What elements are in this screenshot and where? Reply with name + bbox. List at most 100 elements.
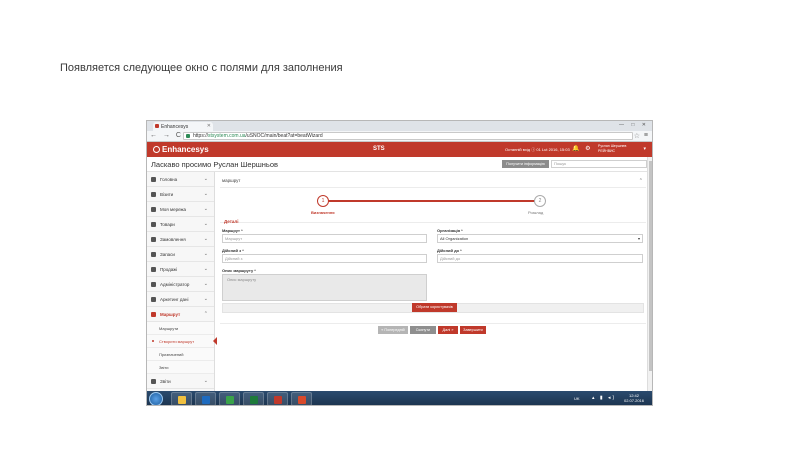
- app-header: Enhancesys STS Останній вхід ⓘ 01 Lut 20…: [147, 142, 652, 157]
- chevron-down-icon: ⌄: [203, 206, 208, 212]
- start-button[interactable]: [149, 392, 163, 405]
- grid-icon: [151, 222, 156, 227]
- taskbar-chrome[interactable]: [219, 392, 240, 405]
- greeting-text: Ласкаво просимо Руслан Шершньов: [151, 160, 278, 169]
- taskbar-powerpoint[interactable]: [291, 392, 312, 405]
- header-icons[interactable]: 🔔 ⚙: [572, 145, 593, 152]
- select-users-button[interactable]: Обрати користувачів: [412, 303, 457, 312]
- url-field[interactable]: https://stsystem.com.ua/uSNOC/main/beat?…: [183, 132, 633, 140]
- taskbar-app[interactable]: [267, 392, 288, 405]
- chevron-up-icon: ⌃: [203, 311, 208, 317]
- address-bar: ← → C ⌂ https://stsystem.com.ua/uSNOC/ma…: [147, 131, 652, 142]
- windows-taskbar: UK ▴ ▮ ◂) 12:42 02.07.2016: [147, 391, 652, 405]
- route-icon: [151, 312, 156, 317]
- scrollbar-thumb[interactable]: [649, 161, 652, 371]
- screenshot-frame: Enhancesys ✕ — □ ✕ ← → C ⌂ https://stsys…: [146, 120, 653, 406]
- sidebar-item-products[interactable]: Товари ⌄: [147, 217, 214, 232]
- sidebar: Головна ⌄ Візити ⌄ Моя мережа ⌄ Товари ⌄ Зам…: [147, 172, 217, 391]
- reset-button[interactable]: Скинути: [410, 326, 436, 334]
- route-field-label: Маршрут *: [222, 228, 243, 233]
- divider: [220, 323, 646, 324]
- taskbar-explorer[interactable]: [171, 392, 192, 405]
- page-scrollbar[interactable]: [647, 157, 652, 391]
- home-icon: [151, 177, 156, 182]
- sidebar-item-route[interactable]: Маршрут ⌃: [147, 307, 214, 322]
- sidebar-item-admin[interactable]: Адміністратор ⌄: [147, 277, 214, 292]
- lock-icon: [186, 134, 190, 138]
- sidebar-item-reports[interactable]: Звіти ⌄: [147, 374, 214, 389]
- organization-field-label: Організація *: [437, 228, 463, 233]
- sidebar-item-visits[interactable]: Візити ⌄: [147, 187, 214, 202]
- wizard-progress-bar: [320, 200, 543, 202]
- folder-icon: [178, 396, 186, 404]
- chevron-down-icon: ⌄: [203, 176, 208, 182]
- tab-title: Enhancesys: [161, 124, 189, 130]
- sidebar-subitem-routes[interactable]: Маршрути: [147, 322, 214, 335]
- chrome-icon: [226, 396, 234, 404]
- excel-icon: [250, 396, 258, 404]
- valid-to-input[interactable]: Дійсний до: [437, 254, 643, 263]
- user-name: Руслан Шершнев: [598, 144, 627, 148]
- logo-text: Enhancesys: [162, 145, 209, 154]
- browser-tab[interactable]: Enhancesys ✕: [153, 122, 213, 131]
- taskbar-excel[interactable]: [243, 392, 264, 405]
- app-title: STS: [373, 146, 385, 152]
- ie-icon: [202, 396, 210, 404]
- fieldset-label: Деталі: [224, 219, 239, 224]
- search-input[interactable]: Пошук: [551, 160, 647, 168]
- next-button[interactable]: Далі »: [438, 326, 458, 334]
- tab-close-icon[interactable]: ✕: [207, 123, 211, 129]
- tray-clock[interactable]: 12:42 02.07.2016: [620, 393, 648, 403]
- chevron-down-icon: ⌄: [203, 266, 208, 272]
- last-login-info: Останній вхід ⓘ 01 Lut 2016, 15:03: [505, 147, 570, 152]
- user-dropdown-icon[interactable]: ▾: [643, 146, 646, 152]
- sidebar-item-home[interactable]: Головна ⌄: [147, 172, 214, 187]
- keyboard-language[interactable]: UK: [574, 396, 580, 401]
- car-icon: [151, 192, 156, 197]
- sidebar-subitem-create-route[interactable]: Створити маршрут: [147, 335, 217, 348]
- favicon-icon: [155, 124, 159, 128]
- greeting-bar: Ласкаво просимо Руслан Шершньов Получити…: [147, 157, 652, 172]
- wizard-step-2-label: Розклад: [528, 210, 544, 215]
- panel-title: маршрут: [222, 178, 241, 183]
- user-menu[interactable]: Руслан Шершнев РЕЙНВИС: [598, 144, 626, 153]
- sidebar-item-marketing[interactable]: Аркетинг дані ⌄: [147, 292, 214, 307]
- chevron-down-icon: ⌄: [203, 191, 208, 197]
- sidebar-item-network[interactable]: Моя мережа ⌄: [147, 202, 214, 217]
- url-path: /uSNOC/main/beat?at=beatWizard: [245, 133, 323, 139]
- bookmark-star-icon[interactable]: ☆: [634, 132, 640, 140]
- current-dot-icon: [152, 340, 154, 342]
- collapse-icon[interactable]: ⌃: [639, 178, 643, 184]
- tray-icons[interactable]: ▴ ▮ ◂): [592, 395, 616, 401]
- route-input[interactable]: Маршрут: [222, 234, 427, 243]
- wizard-step-2[interactable]: 2: [534, 195, 546, 207]
- users-icon: [151, 207, 156, 212]
- chevron-down-icon: ⌄: [203, 281, 208, 287]
- browser-menu-icon[interactable]: ≡: [644, 132, 648, 139]
- previous-button[interactable]: « Попередній: [378, 326, 408, 334]
- select-arrow-icon: ▾: [637, 236, 640, 241]
- chevron-down-icon: ⌄: [203, 236, 208, 242]
- sidebar-subitem-assigned[interactable]: Призначений: [147, 348, 214, 361]
- taskbar-ie[interactable]: [195, 392, 216, 405]
- user-company: РЕЙНВИС: [598, 148, 616, 153]
- divider: [220, 222, 646, 223]
- card-icon: [151, 267, 156, 272]
- window-controls[interactable]: — □ ✕: [619, 122, 649, 128]
- finish-button[interactable]: Завершити: [460, 326, 486, 334]
- url-prefix: https://: [193, 133, 209, 139]
- sidebar-item-orders[interactable]: Замовлення ⌄: [147, 232, 214, 247]
- get-info-button[interactable]: Получити інформацію: [502, 160, 549, 168]
- app-logo[interactable]: Enhancesys: [153, 145, 209, 154]
- valid-from-input[interactable]: Дійсний з: [222, 254, 427, 263]
- organization-select[interactable]: All Organization ▾: [437, 234, 643, 243]
- divider: [220, 187, 646, 188]
- sidebar-subitem-reports[interactable]: Звіти: [147, 361, 214, 374]
- description-textarea[interactable]: Опис маршруту: [222, 274, 427, 301]
- report-icon: [151, 379, 156, 384]
- main-content: маршрут ⌃ 1 2 Визначення Розклад Деталі …: [217, 172, 647, 391]
- browser-tabstrip: Enhancesys ✕ — □ ✕: [147, 121, 652, 131]
- sidebar-item-sales[interactable]: Продажі ⌄: [147, 262, 214, 277]
- wizard-step-1[interactable]: 1: [317, 195, 329, 207]
- sidebar-item-stock[interactable]: Запаси ⌄: [147, 247, 214, 262]
